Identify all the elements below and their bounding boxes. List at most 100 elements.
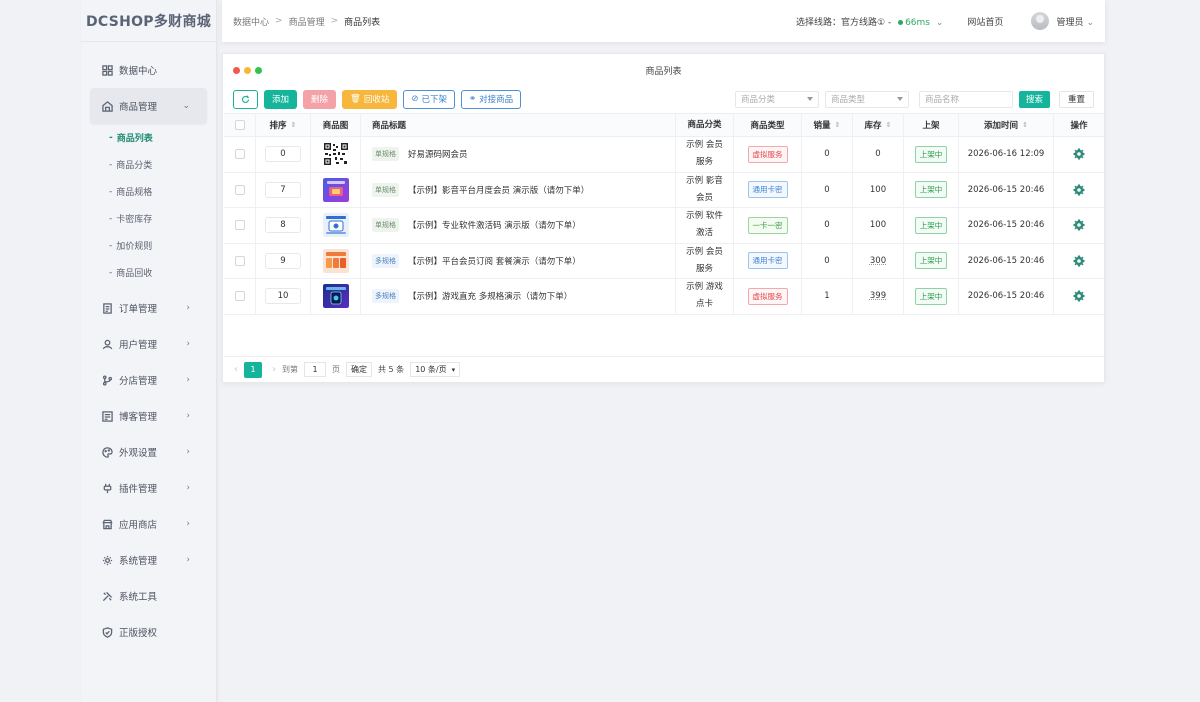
col-time[interactable]: 添加时间 ⇕ [959, 114, 1054, 136]
sort-icon[interactable]: ⇕ [1022, 121, 1028, 129]
category-text: 示例 游戏 点卡 [686, 282, 723, 310]
product-title[interactable]: 【示例】影音平台月度会员 演示版（请勿下单） [408, 184, 589, 196]
refresh-icon [241, 95, 250, 103]
sidebar-item-label: 数据中心 [119, 66, 158, 77]
offshelf-button[interactable]: ⊘ 已下架 [403, 89, 455, 109]
submenu-card-stock[interactable]: - 卡密库存 [81, 205, 216, 232]
sales-value: 0 [802, 137, 853, 172]
sort-input[interactable]: 0 [265, 146, 301, 163]
col-sort[interactable]: 排序 ⇕ [256, 114, 311, 136]
select-all-checkbox[interactable] [234, 120, 245, 130]
refresh-button[interactable] [233, 89, 258, 109]
page-confirm-button[interactable]: 确定 [346, 362, 372, 377]
table-row: 8 单规格 【示例】专业软件激活码 演示版（请勿下单） 示例 软件 激活 一卡一密 … [224, 208, 1104, 244]
sidebar-item-system[interactable]: 系统管理 › [81, 542, 216, 578]
reset-button[interactable]: 重置 [1058, 90, 1094, 108]
search-button[interactable]: 搜索 [1018, 90, 1050, 108]
product-thumbnail-image[interactable] [322, 177, 349, 202]
sort-input[interactable]: 10 [265, 288, 301, 305]
settings-gear-icon[interactable] [1073, 219, 1085, 231]
submenu-product-recycle[interactable]: - 商品回收 [81, 259, 216, 286]
page-number-current[interactable]: 1 [244, 361, 262, 378]
delete-button[interactable]: 删除 [303, 89, 337, 109]
product-title[interactable]: 【示例】游戏直充 多规格演示（请勿下单） [408, 290, 572, 302]
settings-gear-icon[interactable] [1073, 290, 1085, 302]
panel-header: 商品列表 [223, 54, 1104, 86]
sidebar-item-dashboard[interactable]: 数据中心 [81, 52, 216, 88]
stock-value[interactable]: 399 [870, 291, 886, 301]
product-title[interactable]: 【示例】平台会员订阅 套餐演示（请勿下单） [408, 255, 581, 267]
row-checkbox[interactable] [234, 291, 245, 302]
user-menu[interactable]: 管理员 ⌄ [1056, 15, 1094, 28]
prev-page-icon[interactable]: ‹ [234, 364, 238, 375]
type-select[interactable]: 商品类型 [824, 90, 909, 108]
product-title[interactable]: 好易源码网会员 [408, 148, 468, 160]
row-checkbox[interactable] [234, 255, 245, 266]
col-sales[interactable]: 销量 ⇕ [802, 114, 853, 136]
sidebar-item-appearance[interactable]: 外观设置 › [81, 434, 216, 470]
sidebar-item-app-store[interactable]: 应用商店 › [81, 506, 216, 542]
settings-gear-icon[interactable] [1073, 255, 1085, 267]
sort-input[interactable]: 7 [265, 181, 301, 198]
row-checkbox[interactable] [234, 220, 245, 231]
settings-gear-icon[interactable] [1073, 148, 1085, 160]
product-thumbnail-image[interactable] [322, 213, 349, 238]
chevron-right-icon: › [186, 519, 190, 529]
shelf-status-badge[interactable]: 上架中 [914, 181, 948, 199]
sort-icon[interactable]: ⇕ [835, 121, 841, 129]
col-stock[interactable]: 库存 ⇕ [853, 114, 904, 136]
row-checkbox[interactable] [234, 149, 245, 160]
product-thumbnail-image[interactable] [322, 284, 349, 309]
chevron-down-icon: ⌄ [182, 101, 190, 111]
sort-icon[interactable]: ⇕ [886, 121, 892, 129]
avatar[interactable] [1031, 12, 1050, 30]
recycle-bin-button[interactable]: 🗑 回收站 [342, 89, 398, 109]
submenu-product-category[interactable]: - 商品分类 [81, 151, 216, 178]
breadcrumb-item-dashboard[interactable]: 数据中心 [233, 15, 269, 28]
sidebar-item-products[interactable]: 商品管理 ⌄ [90, 88, 207, 124]
product-thumbnail-image[interactable] [322, 248, 349, 273]
route-selector[interactable]: 选择线路：官方线路① - 66ms ⌄ [796, 15, 943, 28]
page-size-select[interactable]: 10 条/页 ▾ [410, 362, 461, 377]
close-dot-icon[interactable] [233, 67, 240, 74]
sidebar-item-label: 系统管理 [119, 556, 158, 567]
sort-input[interactable]: 9 [265, 252, 301, 269]
sort-icon[interactable]: ⇕ [291, 121, 297, 129]
add-button[interactable]: 添加 [264, 89, 298, 109]
sidebar-item-orders[interactable]: 订单管理 › [81, 290, 216, 326]
shelf-status-badge[interactable]: 上架中 [914, 145, 948, 163]
stock-value[interactable]: 300 [870, 256, 886, 266]
sidebar-item-blog[interactable]: 博客管理 › [81, 398, 216, 434]
settings-gear-icon[interactable] [1073, 184, 1085, 196]
submenu-product-list[interactable]: - 商品列表 [81, 124, 216, 151]
shelf-status-badge[interactable]: 上架中 [914, 216, 948, 234]
page-jump-input[interactable]: 1 [304, 362, 326, 377]
qr-code-image[interactable] [322, 142, 349, 167]
type-badge: 通用卡密 [747, 252, 788, 270]
row-checkbox[interactable] [234, 184, 245, 195]
chevron-right-icon: › [186, 339, 190, 349]
sidebar-item-license[interactable]: 正版授权 [81, 614, 216, 650]
type-badge: 一卡一密 [747, 216, 788, 234]
product-name-input[interactable]: 商品名称 [918, 90, 1013, 108]
sort-input[interactable]: 8 [265, 217, 301, 234]
sidebar-item-tools[interactable]: 系统工具 [81, 578, 216, 614]
sidebar-item-plugins[interactable]: 插件管理 › [81, 470, 216, 506]
submenu-markup-rules[interactable]: - 加价规则 [81, 232, 216, 259]
maximize-dot-icon[interactable] [255, 67, 262, 74]
site-home-link[interactable]: 网站首页 [967, 15, 1003, 28]
minimize-dot-icon[interactable] [244, 67, 251, 74]
connect-products-button[interactable]: ⚭ 对接商品 [460, 89, 522, 109]
breadcrumb-item-products[interactable]: 商品管理 [289, 15, 325, 28]
shelf-status-badge[interactable]: 上架中 [914, 252, 948, 270]
submenu-product-spec[interactable]: - 商品规格 [81, 178, 216, 205]
category-select[interactable]: 商品分类 [734, 90, 819, 108]
next-page-icon[interactable]: › [272, 364, 276, 375]
chevron-right-icon: › [186, 375, 190, 385]
sidebar-item-branches[interactable]: 分店管理 › [81, 362, 216, 398]
shelf-status-badge[interactable]: 上架中 [914, 287, 948, 305]
sidebar-item-users[interactable]: 用户管理 › [81, 326, 216, 362]
sidebar-item-label: 商品管理 [119, 102, 158, 113]
brand-logo[interactable]: DCSHOP多财商城 [81, 0, 216, 42]
product-title[interactable]: 【示例】专业软件激活码 演示版（请勿下单） [408, 219, 581, 231]
